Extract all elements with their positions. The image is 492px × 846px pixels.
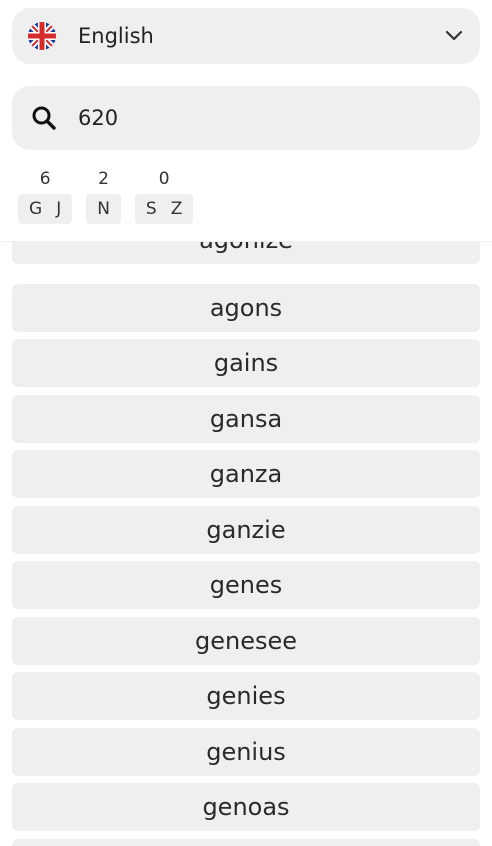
results-list[interactable]: agonize agons gains gansa ganza ganzie g…	[0, 242, 492, 846]
list-item[interactable]: genies	[12, 672, 480, 720]
key-group-0: 0 S Z	[134, 168, 194, 224]
key-digit: 0	[158, 169, 170, 189]
key-letter[interactable]: N	[90, 199, 117, 219]
chevron-down-icon[interactable]	[444, 26, 464, 46]
language-label: English	[78, 24, 154, 48]
list-item[interactable]: genes	[12, 561, 480, 609]
search-icon	[30, 104, 58, 132]
key-letter[interactable]: S	[139, 199, 164, 219]
list-item[interactable]: genesee	[12, 617, 480, 665]
language-selector[interactable]: English	[12, 8, 480, 64]
search-input[interactable]	[76, 105, 436, 131]
list-item[interactable]: ganza	[12, 450, 480, 498]
key-group-6: 6 G J	[18, 168, 73, 224]
top-panel: English 6 G J 2 N	[0, 0, 492, 242]
digit-key-mapping: 6 G J 2 N 0 S Z	[18, 168, 194, 224]
key-letters: S Z	[134, 194, 194, 224]
key-letters: G J	[18, 194, 73, 224]
list-item[interactable]: gains	[12, 339, 480, 387]
list-item[interactable]: genoas	[12, 783, 480, 831]
key-group-2: 2 N	[86, 168, 121, 224]
key-letter[interactable]: Z	[164, 199, 190, 219]
key-letter[interactable]: G	[22, 199, 49, 219]
list-item[interactable]: genius	[12, 728, 480, 776]
list-item[interactable]	[12, 839, 480, 846]
key-letter[interactable]: J	[49, 199, 68, 219]
key-letters: N	[86, 194, 121, 224]
list-item[interactable]: gansa	[12, 395, 480, 443]
key-digit: 6	[39, 169, 51, 189]
uk-flag-icon	[28, 22, 56, 50]
list-item[interactable]: ganzie	[12, 506, 480, 554]
search-bar[interactable]	[12, 86, 480, 150]
list-item[interactable]: agonize	[12, 242, 480, 264]
list-item[interactable]: agons	[12, 284, 480, 332]
key-digit: 2	[98, 169, 109, 189]
